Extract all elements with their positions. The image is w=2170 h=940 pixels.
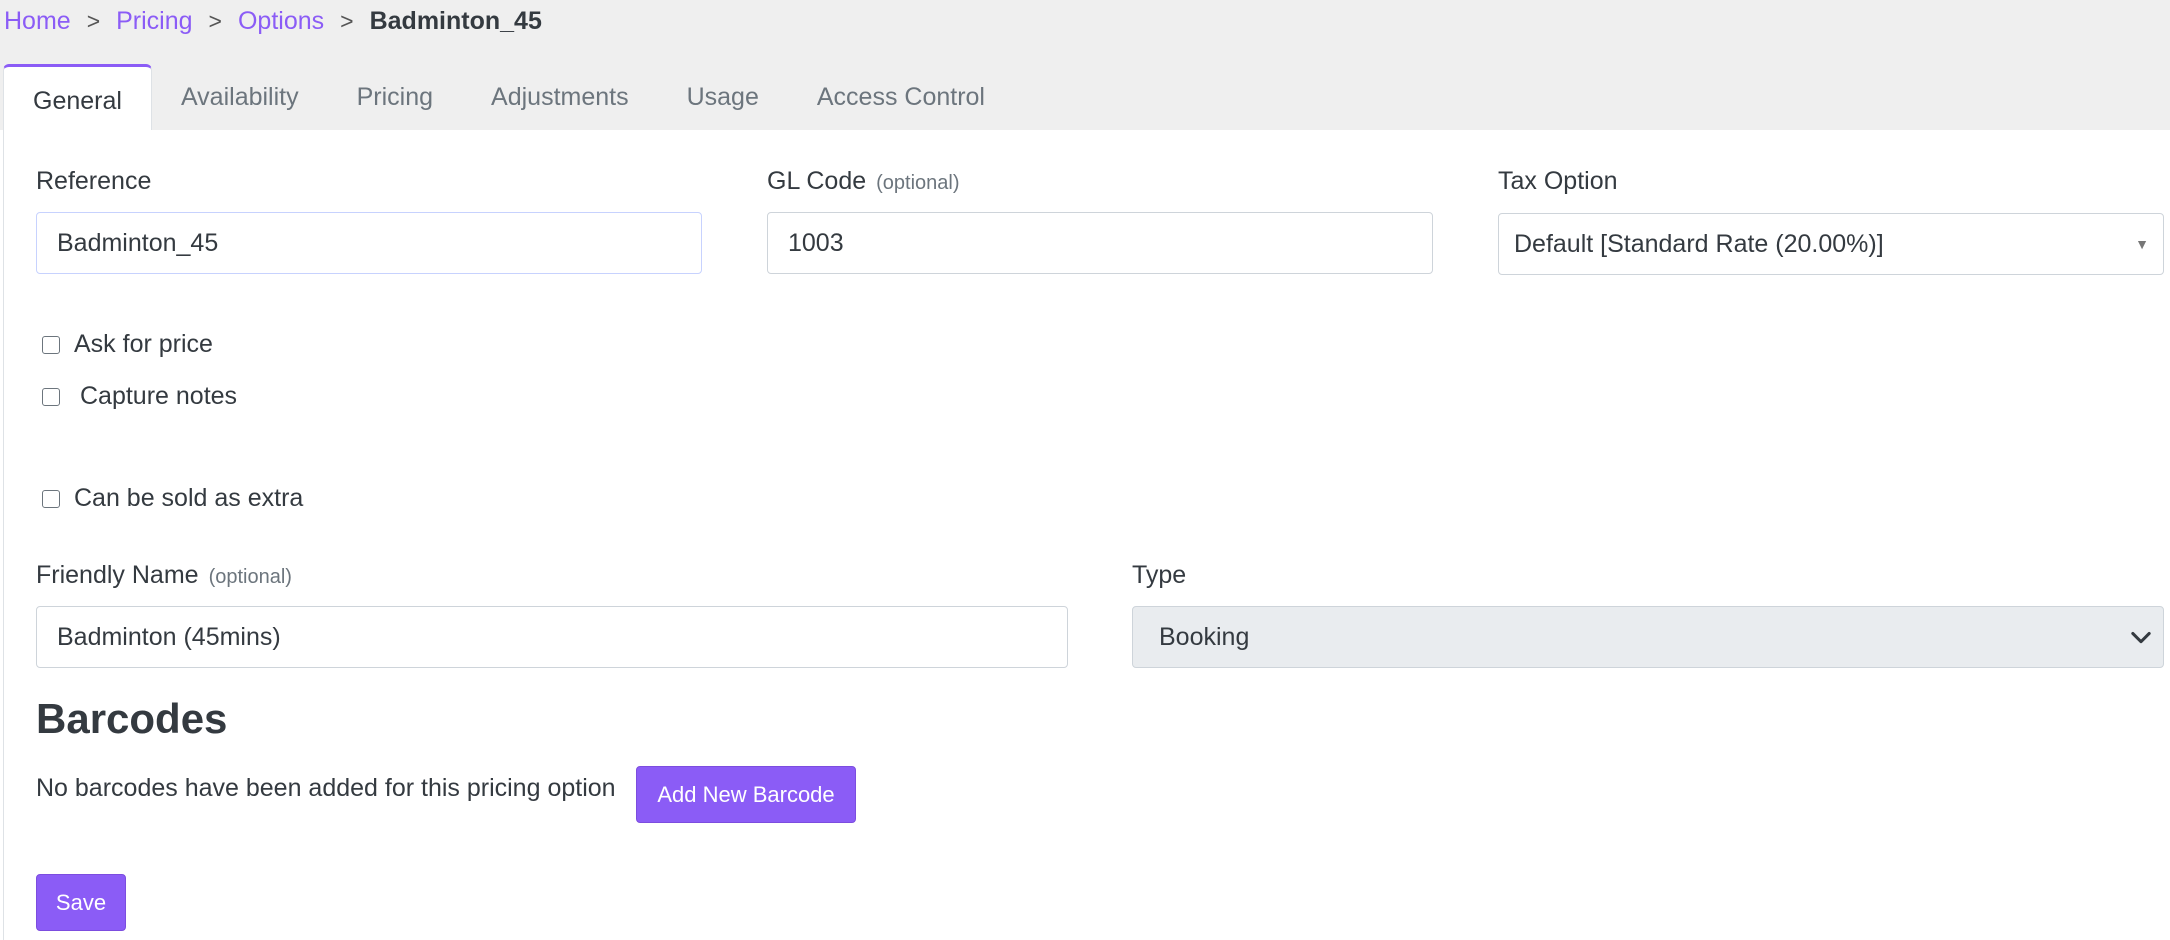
ask-for-price-checkbox-row: Ask for price xyxy=(42,330,213,359)
breadcrumb-separator: > xyxy=(340,8,354,34)
tab-usage[interactable]: Usage xyxy=(658,64,788,130)
type-label: Type xyxy=(1132,561,1187,589)
ask-for-price-label: Ask for price xyxy=(74,330,213,358)
type-value: Booking xyxy=(1159,622,1250,651)
add-new-barcode-button[interactable]: Add New Barcode xyxy=(636,766,856,823)
breadcrumb-separator: > xyxy=(208,8,222,34)
tab-general[interactable]: General xyxy=(3,64,152,130)
breadcrumb-current: Badminton_45 xyxy=(369,7,542,35)
breadcrumb-separator: > xyxy=(86,8,101,34)
gl-code-label: GL Code (optional) xyxy=(767,167,960,195)
capture-notes-label: Capture notes xyxy=(80,382,238,410)
capture-notes-checkbox[interactable] xyxy=(42,387,60,406)
breadcrumb-pricing[interactable]: Pricing xyxy=(116,6,192,36)
breadcrumb-home[interactable]: Home xyxy=(4,6,71,36)
friendly-name-label: Friendly Name (optional) xyxy=(36,561,292,589)
sold-as-extra-label: Can be sold as extra xyxy=(74,484,304,512)
ask-for-price-checkbox[interactable] xyxy=(42,335,60,354)
breadcrumb: Home > Pricing > Options > Badminton_45 xyxy=(4,6,542,36)
reference-label: Reference xyxy=(36,167,152,195)
capture-notes-checkbox-row: Capture notes xyxy=(42,382,237,411)
reference-input[interactable] xyxy=(36,212,702,274)
sold-as-extra-checkbox-row: Can be sold as extra xyxy=(42,484,303,513)
friendly-name-optional: (optional) xyxy=(208,566,292,588)
breadcrumb-options[interactable]: Options xyxy=(238,6,324,36)
tab-access-control[interactable]: Access Control xyxy=(788,64,1014,130)
tax-option-value: Default [Standard Rate (20.00%)] xyxy=(1514,229,1884,258)
friendly-name-input[interactable] xyxy=(36,606,1068,668)
tab-pricing[interactable]: Pricing xyxy=(328,64,462,130)
barcodes-heading: Barcodes xyxy=(36,695,228,742)
chevron-down-icon xyxy=(2131,631,2151,644)
save-button[interactable]: Save xyxy=(36,874,126,931)
type-select[interactable]: Booking xyxy=(1132,606,2164,668)
no-barcodes-text: No barcodes have been added for this pri… xyxy=(36,774,616,802)
tax-option-label: Tax Option xyxy=(1498,167,1618,195)
tax-option-select[interactable]: Default [Standard Rate (20.00%)] ▼ xyxy=(1498,213,2164,275)
sold-as-extra-checkbox[interactable] xyxy=(42,489,60,508)
gl-code-input[interactable] xyxy=(767,212,1433,274)
caret-down-icon: ▼ xyxy=(2135,236,2149,252)
tab-availability[interactable]: Availability xyxy=(152,64,328,130)
gl-code-optional: (optional) xyxy=(876,172,960,194)
tab-adjustments[interactable]: Adjustments xyxy=(462,64,658,130)
tab-bar: General Availability Pricing Adjustments… xyxy=(3,64,1014,130)
